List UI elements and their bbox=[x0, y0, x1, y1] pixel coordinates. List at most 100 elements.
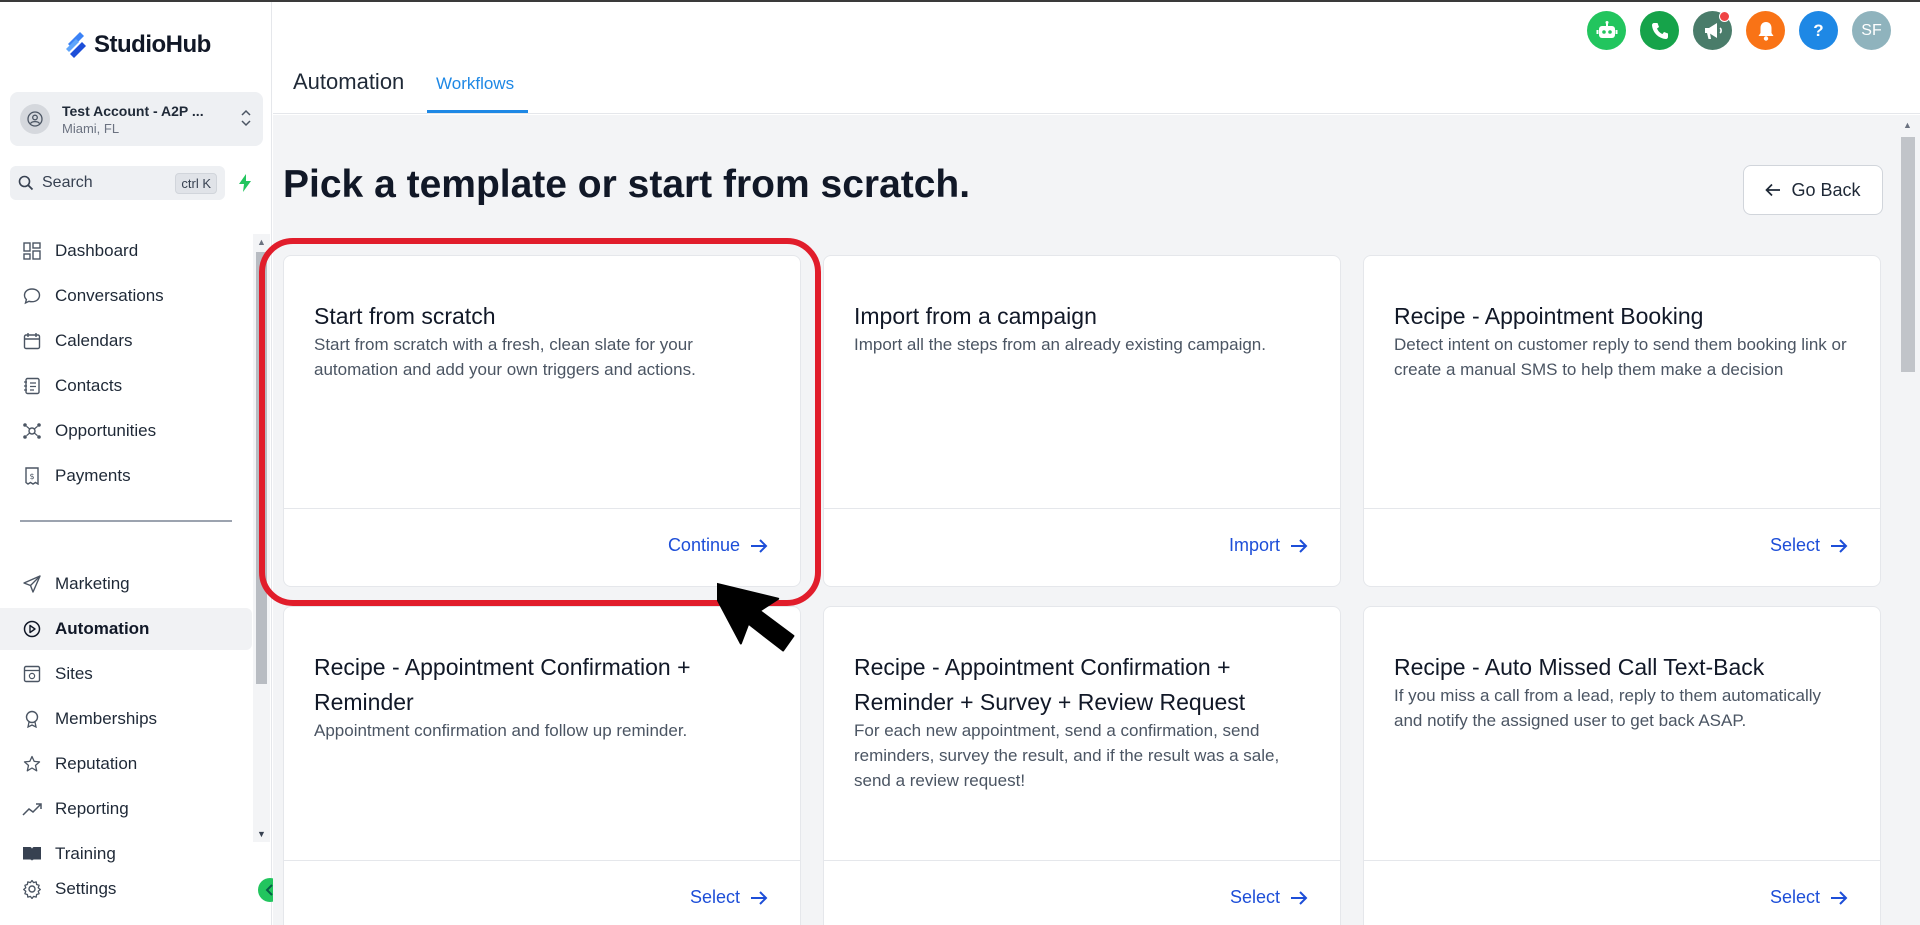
template-card-appointment-confirmation-survey-review[interactable]: Recipe - Appointment Confirmation + Remi… bbox=[823, 606, 1341, 925]
chevron-updown-icon bbox=[239, 108, 253, 130]
arrow-right-icon bbox=[751, 890, 768, 905]
help-button[interactable]: ? bbox=[1799, 11, 1838, 50]
call-button[interactable] bbox=[1640, 11, 1679, 50]
chat-bubble-icon bbox=[22, 286, 42, 306]
card-footer: Select bbox=[284, 860, 800, 925]
arrow-left-icon bbox=[1765, 183, 1781, 197]
lightning-icon bbox=[239, 174, 251, 192]
contact-card-icon bbox=[22, 376, 42, 396]
template-card-appointment-booking[interactable]: Recipe - Appointment Booking Detect inte… bbox=[1363, 255, 1881, 587]
sidebar-divider bbox=[20, 520, 232, 522]
sidebar-item-label: Opportunities bbox=[55, 421, 157, 440]
paper-plane-icon bbox=[22, 574, 42, 594]
sidebar-item-sites[interactable]: Sites bbox=[0, 653, 252, 695]
highlight-outline bbox=[259, 238, 821, 606]
sidebar-item-calendars[interactable]: Calendars bbox=[0, 320, 252, 362]
payments-icon: $ bbox=[22, 466, 42, 486]
card-description: For each new appointment, send a confirm… bbox=[854, 721, 1280, 790]
sidebar: StudioHub Test Account - A2P ... Miami, … bbox=[0, 2, 282, 925]
sidebar-item-label: Reporting bbox=[55, 799, 129, 818]
select-button[interactable]: Select bbox=[1230, 887, 1308, 908]
search-label: Search bbox=[42, 174, 93, 191]
card-footer: Select bbox=[824, 860, 1340, 925]
help-icon: ? bbox=[1813, 20, 1824, 40]
sidebar-item-memberships[interactable]: Memberships bbox=[0, 698, 252, 740]
sidebar-item-marketing[interactable]: Marketing bbox=[0, 563, 252, 605]
go-back-label: Go Back bbox=[1791, 179, 1861, 200]
select-button[interactable]: Select bbox=[690, 887, 768, 908]
trend-icon bbox=[22, 799, 42, 819]
svg-text:$: $ bbox=[29, 472, 34, 481]
sidebar-item-contacts[interactable]: Contacts bbox=[0, 365, 252, 407]
sidebar-nav: Dashboard Conversations Calendars Contac… bbox=[0, 230, 272, 863]
sidebar-item-label: Automation bbox=[55, 619, 150, 638]
sidebar-item-label: Calendars bbox=[55, 331, 133, 350]
main-scroll-thumb[interactable] bbox=[1901, 137, 1915, 372]
scroll-up-arrow-icon[interactable]: ▲ bbox=[257, 237, 266, 247]
account-location: Miami, FL bbox=[62, 120, 120, 136]
sidebar-item-label: Conversations bbox=[55, 286, 164, 305]
notifications-button[interactable] bbox=[1746, 11, 1785, 50]
card-title: Recipe - Auto Missed Call Text-Back bbox=[1394, 654, 1765, 680]
sidebar-item-conversations[interactable]: Conversations bbox=[0, 275, 252, 317]
scroll-up-arrow-icon[interactable]: ▲ bbox=[1903, 120, 1912, 130]
memberships-icon bbox=[22, 709, 42, 729]
card-title: Recipe - Appointment Booking bbox=[1394, 303, 1704, 329]
select-button[interactable]: Select bbox=[1770, 887, 1848, 908]
card-description: Import all the steps from an already exi… bbox=[854, 335, 1266, 354]
search-box[interactable]: Search ctrl K bbox=[10, 166, 225, 200]
arrow-right-icon bbox=[1291, 538, 1308, 553]
automation-icon bbox=[22, 619, 42, 639]
search-shortcut: ctrl K bbox=[175, 172, 217, 194]
brand-logo[interactable]: StudioHub bbox=[64, 30, 211, 60]
card-action-label: Select bbox=[1229, 887, 1280, 907]
sidebar-item-reputation[interactable]: Reputation bbox=[0, 743, 252, 785]
notification-dot bbox=[1719, 11, 1730, 22]
phone-icon bbox=[1651, 22, 1668, 39]
select-button[interactable]: Select bbox=[1770, 535, 1848, 556]
star-icon bbox=[22, 754, 42, 774]
sidebar-item-reporting[interactable]: Reporting bbox=[0, 788, 252, 830]
sidebar-item-label: Settings bbox=[55, 879, 117, 898]
sidebar-item-payments[interactable]: $ Payments bbox=[0, 455, 252, 497]
quick-action-button[interactable] bbox=[234, 172, 256, 194]
search-icon bbox=[18, 175, 34, 191]
main-scrollbar[interactable]: ▲ bbox=[1895, 115, 1920, 925]
import-button[interactable]: Import bbox=[1229, 535, 1308, 556]
arrow-right-icon bbox=[1831, 538, 1848, 553]
template-card-import-campaign[interactable]: Import from a campaign Import all the st… bbox=[823, 255, 1341, 587]
card-footer: Select bbox=[1364, 508, 1880, 586]
sidebar-item-settings[interactable]: Settings bbox=[0, 868, 252, 910]
sidebar-item-dashboard[interactable]: Dashboard bbox=[0, 230, 252, 272]
calendar-icon bbox=[22, 331, 42, 351]
card-action-label: Select bbox=[689, 887, 740, 907]
avatar[interactable]: SF bbox=[1852, 11, 1891, 50]
bell-icon bbox=[1758, 21, 1773, 41]
sidebar-item-automation[interactable]: Automation bbox=[0, 608, 252, 650]
scroll-down-arrow-icon[interactable]: ▼ bbox=[257, 829, 266, 839]
sidebar-item-label: Sites bbox=[55, 664, 93, 683]
sidebar-item-label: Training bbox=[55, 844, 116, 863]
account-switcher[interactable]: Test Account - A2P ... Miami, FL bbox=[10, 92, 263, 146]
card-footer: Import bbox=[824, 508, 1340, 586]
card-description: Appointment confirmation and follow up r… bbox=[314, 721, 688, 740]
sidebar-item-opportunities[interactable]: Opportunities bbox=[0, 410, 252, 452]
sidebar-item-label: Marketing bbox=[55, 574, 130, 593]
pointer-arrow-icon bbox=[717, 580, 795, 652]
sidebar-item-label: Reputation bbox=[55, 754, 138, 773]
grid-icon bbox=[22, 241, 42, 261]
template-card-missed-call-text-back[interactable]: Recipe - Auto Missed Call Text-Back If y… bbox=[1363, 606, 1881, 925]
card-action-label: Select bbox=[1769, 887, 1820, 907]
sidebar-item-label: Payments bbox=[55, 466, 131, 485]
account-avatar-icon bbox=[20, 104, 50, 134]
ai-bot-button[interactable] bbox=[1587, 11, 1626, 50]
opportunities-icon bbox=[22, 421, 42, 441]
go-back-button[interactable]: Go Back bbox=[1743, 165, 1883, 215]
account-name: Test Account - A2P ... bbox=[62, 102, 204, 119]
card-footer: Select bbox=[1364, 860, 1880, 925]
bot-icon bbox=[1596, 20, 1617, 38]
sidebar-item-label: Contacts bbox=[55, 376, 123, 395]
page-title: Automation bbox=[293, 69, 405, 94]
announcements-button[interactable] bbox=[1693, 11, 1732, 50]
tab-workflows[interactable]: Workflows bbox=[436, 74, 514, 94]
